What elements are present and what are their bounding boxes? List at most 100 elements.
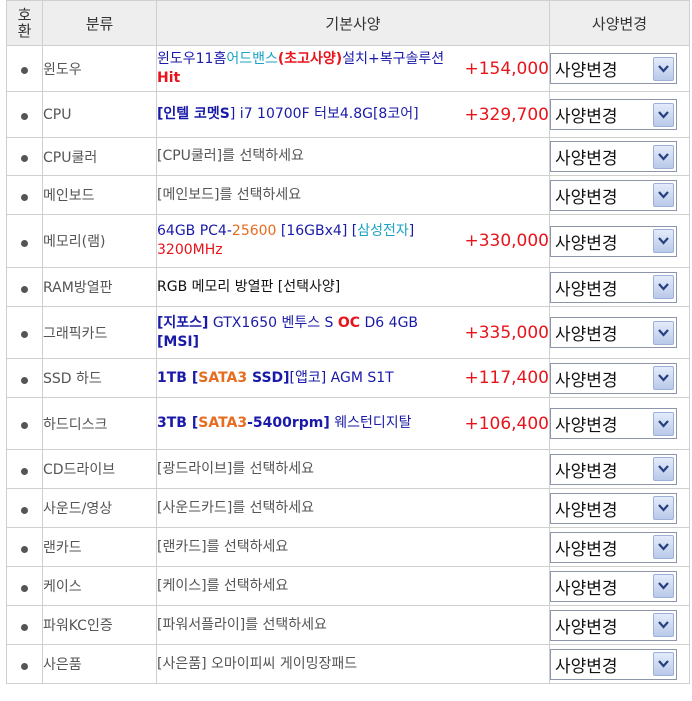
spec-text-segment: 윈도우11홈 bbox=[157, 50, 227, 67]
row-bullet-cell bbox=[6, 449, 43, 489]
spec-text-segment: 25600 bbox=[231, 223, 277, 239]
row-option-cell: 사양변경 bbox=[549, 45, 690, 92]
spec-text-segment: [랜카드]를 선택하세요 bbox=[157, 538, 289, 555]
chevron-down-icon[interactable] bbox=[653, 229, 674, 253]
spec-change-select-label: 사양변경 bbox=[555, 61, 618, 81]
bullet-dot-icon bbox=[21, 422, 28, 429]
row-price: +329,700 bbox=[464, 104, 549, 125]
chevron-down-icon[interactable] bbox=[653, 535, 674, 559]
row-spec-text: [케이스]를 선택하세요 bbox=[157, 577, 549, 596]
table-row: CD드라이브 [광드라이브]를 선택하세요 사양변경 bbox=[6, 449, 690, 489]
bullet-dot-icon bbox=[21, 331, 28, 338]
spec-text-segment: [CPU쿨러]를 선택하세요 bbox=[157, 148, 304, 164]
spec-text-segment: SSD] bbox=[247, 369, 290, 386]
spec-text-segment: 3200MHz bbox=[157, 242, 223, 258]
row-category: 랜카드 bbox=[42, 527, 157, 567]
row-spec-cell: [인텔 코멧S] i7 10700F 터보4.8G[8코어] +329,700 bbox=[156, 91, 550, 138]
table-row: 메인보드 [메인보드]를 선택하세요 사양변경 bbox=[6, 175, 690, 215]
spec-text-segment: [케이스]를 선택하세요 bbox=[157, 577, 289, 594]
row-category: SSD 하드 bbox=[42, 358, 157, 398]
spec-text-segment: [사운드카드]를 선택하세요 bbox=[157, 499, 315, 516]
spec-change-select[interactable]: 사양변경 bbox=[550, 408, 677, 439]
row-price: +335,000 bbox=[464, 322, 549, 343]
spec-change-select[interactable]: 사양변경 bbox=[550, 225, 677, 257]
spec-change-select-label: 사양변경 bbox=[555, 233, 618, 254]
chevron-down-icon[interactable] bbox=[653, 183, 674, 207]
bullet-dot-icon bbox=[21, 376, 28, 384]
spec-change-select[interactable]: 사양변경 bbox=[550, 492, 677, 524]
row-category: 사은품 bbox=[42, 644, 157, 684]
spec-text-segment: [메인보드]를 선택하세요 bbox=[157, 186, 302, 203]
bullet-dot-icon bbox=[21, 584, 28, 592]
spec-text-segment: 64GB PC4- bbox=[157, 223, 232, 239]
row-spec-cell: [CPU쿨러]를 선택하세요 bbox=[156, 137, 550, 176]
row-category: 메인보드 bbox=[42, 175, 157, 215]
spec-change-select[interactable]: 사양변경 bbox=[550, 141, 677, 172]
spec-text-segment: [사은품] 오마이피씨 게이밍장패드 bbox=[157, 655, 358, 672]
spec-change-select-label: 사양변경 bbox=[555, 279, 618, 300]
chevron-down-icon[interactable] bbox=[653, 411, 674, 436]
chevron-down-icon[interactable] bbox=[653, 275, 674, 299]
spec-text-segment: (초고사양) bbox=[277, 50, 343, 67]
row-spec-text: [파워서플라이]를 선택하세요 bbox=[157, 616, 549, 635]
row-spec-cell: [파워서플라이]를 선택하세요 bbox=[156, 605, 550, 645]
chevron-down-icon[interactable] bbox=[653, 613, 674, 637]
row-bullet-cell bbox=[6, 137, 43, 176]
spec-change-select-label: 사양변경 bbox=[555, 107, 618, 127]
row-spec-text: [랜카드]를 선택하세요 bbox=[157, 538, 549, 557]
spec-text-segment: ] i7 10700F 터보4.8G[8코어] bbox=[229, 106, 419, 122]
row-option-cell: 사양변경 bbox=[549, 644, 690, 684]
chevron-down-icon[interactable] bbox=[653, 144, 674, 169]
row-spec-text: 3TB [SATA3-5400rpm] 웨스턴디지탈 bbox=[157, 414, 464, 433]
spec-text-segment: D6 4GB bbox=[360, 314, 419, 331]
chevron-down-icon[interactable] bbox=[653, 652, 674, 676]
header-spec: 기본사양 bbox=[156, 0, 550, 46]
row-spec-text: [지포스] GTX1650 벤투스 S OC D6 4GB [MSI] bbox=[157, 314, 464, 352]
spec-change-select[interactable]: 사양변경 bbox=[550, 317, 677, 348]
spec-change-select[interactable]: 사양변경 bbox=[550, 271, 677, 303]
row-spec-cell: [메인보드]를 선택하세요 bbox=[156, 175, 550, 215]
spec-text-segment: RGB 메모리 방열판 [선택사양] bbox=[157, 278, 341, 295]
chevron-down-icon[interactable] bbox=[653, 366, 674, 390]
spec-change-select[interactable]: 사양변경 bbox=[550, 453, 677, 485]
row-spec-text: [인텔 코멧S] i7 10700F 터보4.8G[8코어] bbox=[157, 105, 464, 124]
chevron-down-icon[interactable] bbox=[653, 56, 674, 81]
chevron-down-icon[interactable] bbox=[653, 496, 674, 520]
spec-change-select[interactable]: 사양변경 bbox=[550, 99, 677, 130]
row-category: RAM방열판 bbox=[42, 267, 157, 307]
header-change: 사양변경 bbox=[549, 0, 690, 46]
table-header-row: 호환 분류 기본사양 사양변경 bbox=[6, 0, 690, 46]
row-bullet-cell bbox=[6, 488, 43, 528]
row-category: 사운드/영상 bbox=[42, 488, 157, 528]
spec-change-select[interactable]: 사양변경 bbox=[550, 179, 677, 211]
table-row: 파워KC인증 [파워서플라이]를 선택하세요 사양변경 bbox=[6, 605, 690, 645]
spec-change-select[interactable]: 사양변경 bbox=[550, 53, 677, 84]
chevron-down-icon[interactable] bbox=[653, 102, 674, 127]
spec-change-select-label: 사양변경 bbox=[555, 578, 618, 599]
chevron-down-icon[interactable] bbox=[653, 457, 674, 481]
spec-change-select[interactable]: 사양변경 bbox=[550, 531, 677, 563]
row-option-cell: 사양변경 bbox=[549, 91, 690, 138]
spec-change-select[interactable]: 사양변경 bbox=[550, 648, 677, 680]
row-bullet-cell bbox=[6, 45, 43, 92]
spec-change-select-label: 사양변경 bbox=[555, 416, 618, 436]
row-spec-text: 64GB PC4-25600 [16GBx4] [삼성전자] 3200MHz bbox=[157, 222, 464, 260]
row-bullet-cell bbox=[6, 267, 43, 307]
spec-text-segment: Hit bbox=[157, 69, 181, 86]
chevron-down-icon[interactable] bbox=[653, 320, 674, 345]
spec-change-select[interactable]: 사양변경 bbox=[550, 362, 677, 394]
spec-text-segment: [파워서플라이]를 선택하세요 bbox=[157, 616, 327, 633]
chevron-down-icon[interactable] bbox=[653, 574, 674, 598]
spec-text-segment: [16GBx4] [ bbox=[276, 223, 358, 239]
spec-text-segment: -5400rpm] bbox=[247, 415, 330, 431]
table-row: 메모리(램) 64GB PC4-25600 [16GBx4] [삼성전자] 32… bbox=[6, 214, 690, 268]
spec-change-select-label: 사양변경 bbox=[555, 656, 618, 677]
row-spec-text: 윈도우11홈어드밴스(초고사양)설치+복구솔루션 Hit bbox=[157, 50, 464, 88]
row-spec-cell: RGB 메모리 방열판 [선택사양] bbox=[156, 267, 550, 307]
spec-change-select[interactable]: 사양변경 bbox=[550, 609, 677, 641]
spec-text-segment: [인텔 코멧 bbox=[157, 106, 220, 122]
spec-text-segment: ] bbox=[408, 223, 415, 239]
spec-change-select[interactable]: 사양변경 bbox=[550, 570, 677, 602]
spec-text-segment: 설치+복구솔루션 bbox=[342, 50, 445, 67]
row-option-cell: 사양변경 bbox=[549, 175, 690, 215]
